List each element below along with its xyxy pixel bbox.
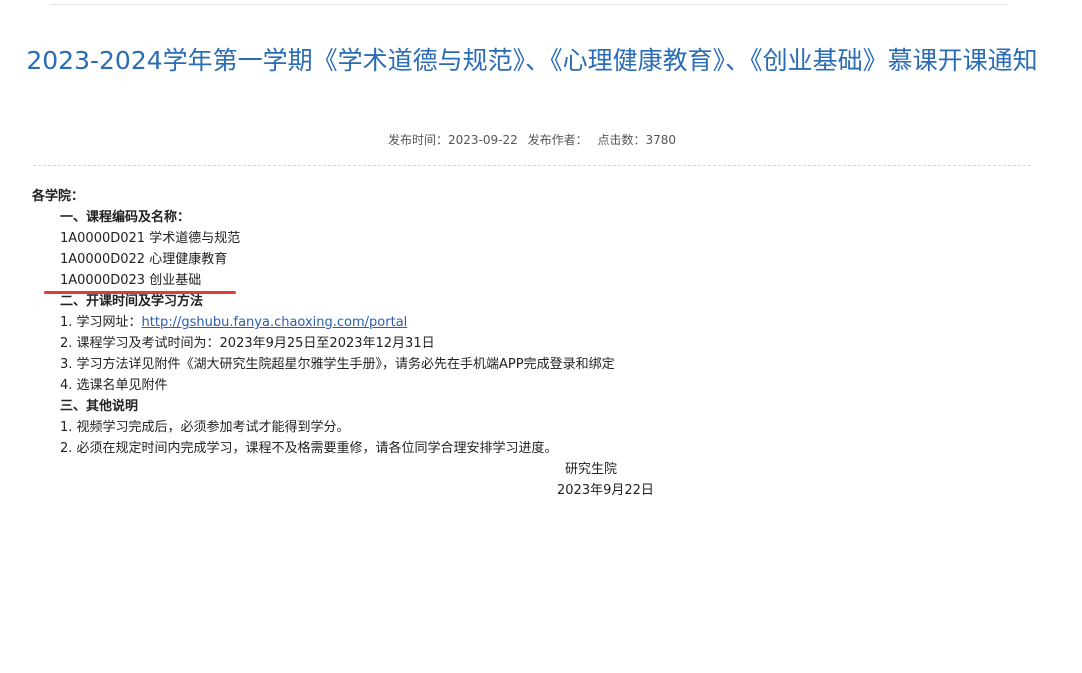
header-divider	[33, 165, 1031, 166]
publish-time: 发布时间：2023-09-22	[388, 133, 518, 147]
article-title: 2023-2024学年第一学期《学术道德与规范》、《心理健康教育》、《创业基础》…	[26, 46, 1038, 75]
section-3-heading: 三、其他说明	[60, 399, 139, 414]
section-1-heading: 一、课程编码及名称：	[60, 210, 191, 225]
signature: 研究生院	[565, 462, 618, 477]
study-period-line: 2. 课程学习及考试时间为：2023年9月25日至2023年12月31日	[60, 336, 435, 351]
study-url-link[interactable]: http://gshubu.fanya.chaoxing.com/portal	[142, 315, 408, 330]
note-item: 1. 视频学习完成后，必须参加考试才能得到学分。	[60, 420, 350, 435]
study-url-label: 1. 学习网址：	[60, 315, 142, 330]
course-item: 1A0000D023 创业基础	[60, 273, 202, 288]
article-body: 各学院： 一、课程编码及名称： 1A0000D021 学术道德与规范 1A000…	[32, 186, 1032, 501]
study-method-line: 3. 学习方法详见附件《湖大研究生院超星尔雅学生手册》，请务必先在手机端APP完…	[60, 357, 615, 372]
study-url-line: 1. 学习网址：http://gshubu.fanya.chaoxing.com…	[32, 312, 1032, 333]
red-underline-annotation	[44, 291, 236, 294]
section-2-heading: 二、开课时间及学习方法	[60, 294, 204, 309]
publish-author: 发布作者：	[527, 133, 588, 147]
enrollment-list-line: 4. 选课名单见附件	[60, 378, 168, 393]
article-meta: 发布时间：2023-09-22 发布作者： 点击数：3780	[0, 131, 1064, 148]
course-item: 1A0000D021 学术道德与规范	[60, 231, 241, 246]
signature-date: 2023年9月22日	[557, 483, 654, 498]
view-count: 点击数：3780	[597, 133, 676, 147]
greeting: 各学院：	[32, 189, 85, 204]
note-item: 2. 必须在规定时间内完成学习，课程不及格需要重修，请各位同学合理安排学习进度。	[60, 441, 558, 456]
top-rule	[50, 4, 1007, 5]
course-item: 1A0000D022 心理健康教育	[60, 252, 228, 267]
